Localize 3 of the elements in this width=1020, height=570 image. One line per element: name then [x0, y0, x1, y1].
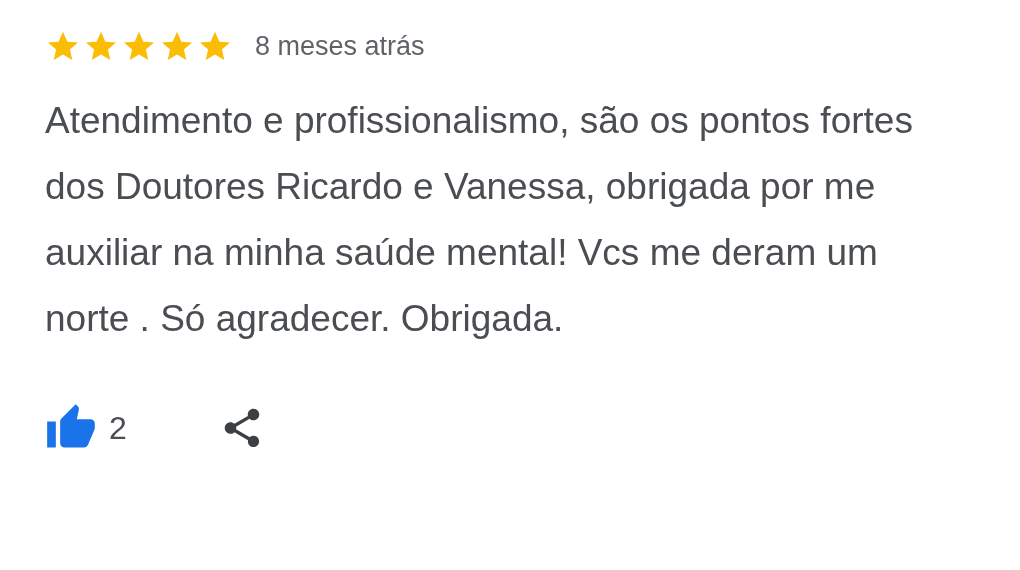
- review-text: Atendimento e profissionalismo, são os pontos fortes dos Doutores Ricardo e Vanessa, obrigada por me auxiliar na minha saúde mental! Vcs me deram um norte . Só agradecer. Obrigada.: [45, 99, 914, 341]
- review-date: 8 meses atrás: [255, 30, 425, 62]
- like-count: 2: [109, 409, 127, 447]
